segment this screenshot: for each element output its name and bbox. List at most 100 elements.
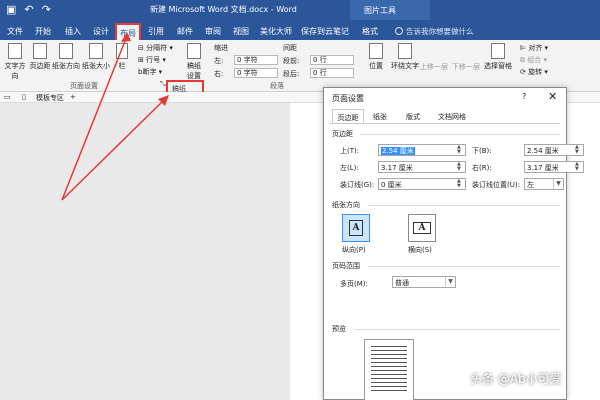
dialog-tab-paper[interactable]: 纸张 (368, 109, 392, 123)
tab-home[interactable]: 开始 (32, 23, 54, 40)
wrap-text-button[interactable]: 环绕文字 (390, 43, 420, 71)
landscape-label: 横向(S) (408, 246, 432, 254)
template-zone-tab[interactable]: 模板专区 (36, 93, 64, 103)
right-margin-input[interactable]: 3.17 厘米 ▲ ▼ (524, 161, 584, 173)
line-numbers-button[interactable]: ⊞ 行号 ▾ (138, 55, 166, 65)
text-direction-icon (8, 43, 22, 59)
help-button[interactable]: ? (522, 92, 526, 101)
close-button[interactable]: ✕ (548, 90, 557, 103)
space-before-input[interactable]: 0 行 (310, 55, 354, 65)
divider (360, 134, 560, 135)
landscape-option[interactable]: A (408, 214, 436, 242)
orientation-button[interactable]: 纸张方向 (52, 43, 80, 71)
breaks-button[interactable]: ⊟ 分隔符 ▾ (138, 43, 173, 53)
group-button[interactable]: ⧉ 组合 ▾ (520, 55, 547, 65)
bottom-margin-label: 下(B): (472, 147, 492, 155)
dialog-tab-margins[interactable]: 页边距 (332, 109, 364, 123)
draft-settings-button[interactable]: 稿纸 设置 (182, 43, 206, 81)
size-button[interactable]: 纸张大小 (82, 43, 110, 71)
spinner-arrows-icon[interactable]: ▲ ▼ (457, 162, 464, 172)
preview-line (371, 358, 407, 359)
orientation-section-label: 纸张方向 (332, 201, 360, 209)
tab-review[interactable]: 审阅 (202, 23, 224, 40)
chevron-down-icon: ▼ (445, 277, 455, 287)
tab-file[interactable]: 文件 (4, 23, 26, 40)
rotate-button[interactable]: ⟳ 旋转 ▾ (520, 67, 548, 77)
redo-icon[interactable]: ↷ (42, 3, 51, 16)
gutter-input[interactable]: 0 厘米 ▲ ▼ (378, 178, 466, 190)
spinner-arrows-icon[interactable]: ▲ ▼ (575, 145, 582, 155)
portrait-option[interactable]: A (342, 214, 370, 242)
position-button[interactable]: 位置 (366, 43, 386, 71)
folder-icon[interactable]: ▭ (4, 93, 11, 101)
preview-line (371, 378, 407, 379)
top-margin-input[interactable]: 2.54 厘米 ▲ ▼ (378, 144, 466, 156)
preview-line (371, 382, 407, 383)
preview-line (371, 386, 407, 387)
group-paragraph-label: 段落 (270, 82, 284, 90)
indent-left-input[interactable]: 0 字符 (234, 55, 278, 65)
indent-right-input[interactable]: 0 字符 (234, 68, 278, 78)
send-backward-button[interactable]: 下移一层 (452, 62, 480, 72)
preview-line (371, 346, 407, 347)
tab-beautify[interactable]: 美化大师 (258, 23, 294, 40)
left-margin-label: 左(L): (340, 164, 359, 172)
selection-pane-button[interactable]: 选择窗格 (482, 43, 514, 71)
portrait-page-icon: A (349, 220, 363, 236)
divider (368, 205, 560, 206)
tab-references[interactable]: 引用 (145, 23, 167, 40)
window-title: 新建 Microsoft Word 文档.docx - Word (150, 5, 297, 14)
bring-forward-button[interactable]: 上移一层 (420, 62, 448, 72)
tab-layout[interactable]: 布局 (115, 23, 141, 40)
indent-left-label: 左: (214, 57, 224, 65)
chevron-down-icon: ▼ (553, 179, 563, 189)
space-after-input[interactable]: 0 行 (310, 68, 354, 78)
preview-line (371, 350, 407, 351)
tab-design[interactable]: 设计 (90, 23, 112, 40)
portrait-label: 纵向(P) (342, 246, 366, 254)
gutter-position-label: 装订线位置(U): (472, 181, 520, 189)
margins-button[interactable]: 页边距 (28, 43, 52, 71)
page-setup-dialog: 页面设置 ? ✕ 页边距 纸张 版式 文档网格 页边距 上(T): 2.54 厘… (323, 87, 584, 400)
dialog-tab-layout[interactable]: 版式 (400, 109, 426, 123)
wrap-text-icon (398, 43, 412, 59)
ribbon-tabs: 文件 开始 插入 设计 布局 引用 邮件 审阅 视图 美化大师 保存到云笔记 格… (0, 20, 600, 40)
spinner-arrows-icon[interactable]: ▲ ▼ (575, 162, 582, 172)
multiple-pages-select[interactable]: 普通 ▼ (392, 276, 456, 288)
dialog-tab-doc-grid[interactable]: 文档网格 (432, 109, 472, 123)
tab-insert[interactable]: 插入 (62, 23, 84, 40)
align-button[interactable]: ⊫ 对齐 ▾ (520, 43, 548, 53)
tab-mailings[interactable]: 邮件 (174, 23, 196, 40)
selection-pane-icon (491, 43, 505, 59)
space-before-label: 段前: (283, 57, 300, 65)
preview-line (371, 366, 407, 367)
text-direction-button[interactable]: 文字方向 (2, 43, 28, 81)
tab-format[interactable]: 格式 (358, 23, 382, 40)
dialog-launcher-icon[interactable]: ⤡ (160, 80, 166, 89)
page-preview (364, 339, 414, 400)
right-margin-label: 右(R): (472, 164, 492, 172)
left-margin-input[interactable]: 3.17 厘米 ▲ ▼ (378, 161, 466, 173)
spinner-arrows-icon[interactable]: ▲ ▼ (457, 179, 464, 189)
doc-icon[interactable]: ▯ (22, 93, 26, 101)
preview-section-label: 预览 (332, 325, 346, 333)
hyphenation-button[interactable]: b断字 ▾ (138, 67, 162, 77)
preview-line (371, 354, 407, 355)
spinner-arrows-icon[interactable]: ▲ ▼ (457, 145, 464, 155)
pages-section-label: 页码范围 (332, 262, 360, 270)
preview-line (371, 390, 407, 391)
columns-button[interactable]: 栏 (114, 43, 130, 71)
undo-icon[interactable]: ↶ (24, 3, 33, 16)
save-icon[interactable]: ▣ (6, 3, 16, 16)
tell-me-box[interactable]: 告诉我你想要做什么 (395, 26, 474, 37)
gutter-position-select[interactable]: 左 ▼ (524, 178, 564, 190)
bottom-margin-input[interactable]: 2.54 厘米 ▲ ▼ (524, 144, 584, 156)
quick-access-toolbar: ▣ ↶ ↷ (6, 3, 51, 16)
title-bar: ▣ ↶ ↷ 新建 Microsoft Word 文档.docx - Word 图… (0, 0, 600, 20)
gutter-label: 装订线(G): (340, 181, 375, 189)
multiple-pages-label: 多页(M): (340, 280, 368, 288)
add-tab-button[interactable]: + (70, 93, 76, 101)
tab-divider (330, 123, 560, 124)
tab-cloud-notes[interactable]: 保存到云笔记 (300, 23, 350, 40)
tab-view[interactable]: 视图 (230, 23, 252, 40)
